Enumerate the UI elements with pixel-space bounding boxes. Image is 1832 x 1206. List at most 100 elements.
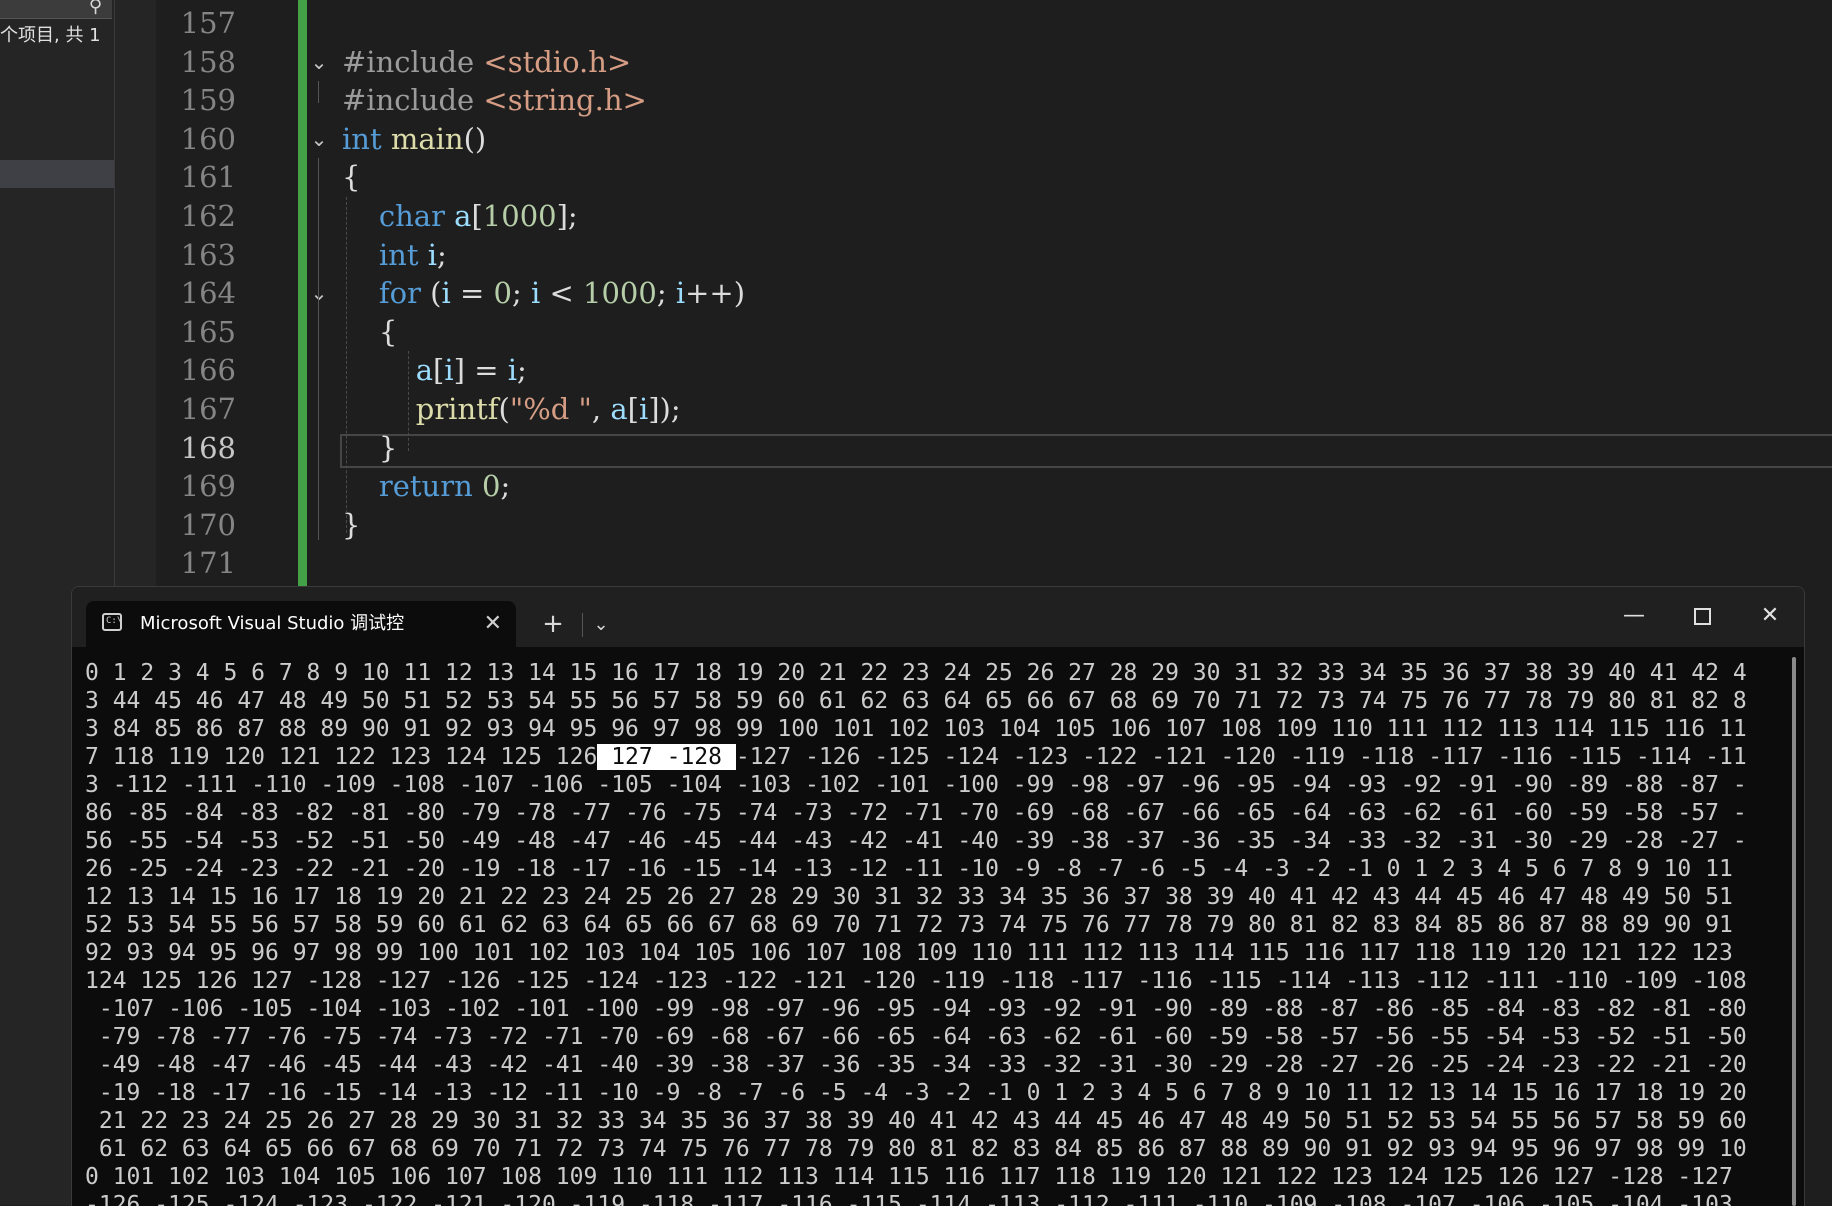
code-token: < <box>540 276 583 311</box>
code-token: int <box>342 121 382 156</box>
console-line: -79 -78 -77 -76 -75 -74 -73 -72 -71 -70 … <box>85 1024 1747 1050</box>
console-line: -19 -18 -17 -16 -15 -14 -13 -12 -11 -10 … <box>85 1080 1747 1106</box>
code-token: = <box>450 276 494 311</box>
code-token: ]); <box>648 392 681 426</box>
console-text: -127 -126 -125 -124 -123 -122 -121 -120 … <box>735 744 1747 770</box>
console-line: 3 84 85 86 87 88 89 90 91 92 93 94 95 96… <box>85 716 1747 742</box>
debug-console-window[interactable]: C:\ Microsoft Visual Studio 调试控 ✕ + ⌄ — … <box>71 586 1805 1206</box>
minimize-button[interactable]: — <box>1600 587 1668 647</box>
console-line: 0 101 102 103 104 105 106 107 108 109 11… <box>85 1164 1733 1190</box>
console-line: 26 -25 -24 -23 -22 -21 -20 -19 -18 -17 -… <box>85 856 1733 882</box>
console-line: 12 13 14 15 16 17 18 19 20 21 22 23 24 2… <box>85 884 1733 910</box>
code-line[interactable]: int main() <box>342 120 486 159</box>
code-token: ++) <box>685 276 746 311</box>
console-line: 56 -55 -54 -53 -52 -51 -50 -49 -48 -47 -… <box>85 828 1747 854</box>
terminal-tab-title: Microsoft Visual Studio 调试控 <box>140 613 405 634</box>
fold-chevron-icon[interactable]: ⌄ <box>309 43 329 82</box>
console-output[interactable]: 0 1 2 3 4 5 6 7 8 9 10 11 12 13 14 15 16… <box>85 659 1775 1206</box>
fold-chevron-icon[interactable]: ⌄ <box>309 120 329 159</box>
new-tab-button[interactable]: + <box>538 601 568 647</box>
code-line[interactable]: } <box>342 429 397 468</box>
code-token: a <box>454 199 472 233</box>
code-token: [ <box>627 392 639 426</box>
code-line[interactable]: char a[1000]; <box>342 197 578 236</box>
line-number: 171 <box>180 546 236 581</box>
code-token: a <box>610 392 628 426</box>
code-token: [ <box>471 199 483 233</box>
code-token: int <box>378 237 419 272</box>
main-scope-line <box>318 158 319 540</box>
fold-chevron-icon[interactable]: ⌄ <box>309 274 329 313</box>
code-line[interactable]: a[i] = i; <box>342 351 527 390</box>
console-line: 21 22 23 24 25 26 27 28 29 30 31 32 33 3… <box>85 1108 1747 1134</box>
explorer-selected-row[interactable] <box>0 160 114 188</box>
terminal-titlebar[interactable]: C:\ Microsoft Visual Studio 调试控 ✕ + ⌄ — … <box>72 587 1804 647</box>
indent-guide <box>346 197 347 533</box>
code-token: <string.h> <box>483 83 647 118</box>
tab-close-icon[interactable]: ✕ <box>484 601 502 647</box>
code-token: { <box>342 160 361 195</box>
tab-dropdown-button[interactable]: ⌄ <box>586 601 616 647</box>
code-token: return <box>378 469 473 504</box>
code-token: [ <box>433 353 445 388</box>
console-line: 7 118 119 120 121 122 123 124 125 126 12… <box>85 743 1775 771</box>
code-token: a <box>415 353 434 388</box>
console-line: -126 -125 -124 -123 -122 -121 -120 -119 … <box>85 1192 1733 1206</box>
line-number: 170 <box>180 507 236 542</box>
code-line[interactable]: #include <string.h> <box>342 81 647 120</box>
line-number: 165 <box>180 314 236 349</box>
code-token: 1000 <box>482 199 557 233</box>
code-token: #include <box>342 83 484 118</box>
maximize-button[interactable] <box>1668 587 1736 647</box>
code-line[interactable]: for (i = 0; i < 1000; i++) <box>342 274 745 313</box>
code-token: () <box>463 121 487 156</box>
explorer-item-count: 个项目, 共 1 <box>0 25 101 46</box>
code-line[interactable]: { <box>342 313 397 352</box>
code-token: <stdio.h> <box>483 44 632 79</box>
code-token: i <box>441 276 451 311</box>
search-icon[interactable]: ⚲ <box>89 0 102 17</box>
code-token: ; <box>500 469 511 504</box>
console-icon: C:\ <box>102 613 122 631</box>
close-button[interactable]: ✕ <box>1736 587 1804 647</box>
console-line: 52 53 54 55 56 57 58 59 60 61 62 63 64 6… <box>85 912 1733 938</box>
code-token: #include <box>342 44 484 79</box>
console-line: 3 44 45 46 47 48 49 50 51 52 53 54 55 56… <box>85 688 1747 714</box>
code-token: char <box>378 199 445 233</box>
console-line: 124 125 126 127 -128 -127 -126 -125 -124… <box>85 968 1747 994</box>
code-token: for <box>378 276 421 311</box>
code-token: { <box>342 314 398 349</box>
console-line: 61 62 63 64 65 66 67 68 69 70 71 72 73 7… <box>85 1136 1747 1162</box>
console-scrollbar[interactable] <box>1792 657 1796 1206</box>
code-line[interactable]: } <box>342 506 360 545</box>
console-line: 0 1 2 3 4 5 6 7 8 9 10 11 12 13 14 15 16… <box>85 660 1747 686</box>
terminal-tab[interactable]: C:\ Microsoft Visual Studio 调试控 ✕ <box>86 601 516 647</box>
code-token: main <box>390 121 464 156</box>
console-line: 92 93 94 95 96 97 98 99 100 101 102 103 … <box>85 940 1733 966</box>
code-line[interactable]: #include <stdio.h> <box>342 43 631 82</box>
code-token: ]; <box>556 199 578 233</box>
console-selection[interactable]: 127 -128 <box>597 744 736 770</box>
code-token: i <box>675 276 686 311</box>
console-line: 86 -85 -84 -83 -82 -81 -80 -79 -78 -77 -… <box>85 800 1747 826</box>
explorer-search-box[interactable]: ⚲ <box>0 0 112 19</box>
code-editor[interactable]: 157 158 159 160 161 162 163 164 165 166 167 168 169 1… <box>156 0 1832 590</box>
code-line[interactable]: return 0; <box>342 467 510 506</box>
line-number: 158 <box>180 44 236 79</box>
code-line[interactable]: int i; <box>342 236 447 275</box>
code-line[interactable]: { <box>342 158 360 197</box>
maximize-icon <box>1693 607 1711 625</box>
console-line: 3 -112 -111 -110 -109 -108 -107 -106 -10… <box>85 772 1747 798</box>
code-token: ; <box>517 353 527 388</box>
code-line[interactable]: printf("%d ", a[i]); <box>342 390 681 429</box>
line-number: 166 <box>180 353 236 388</box>
